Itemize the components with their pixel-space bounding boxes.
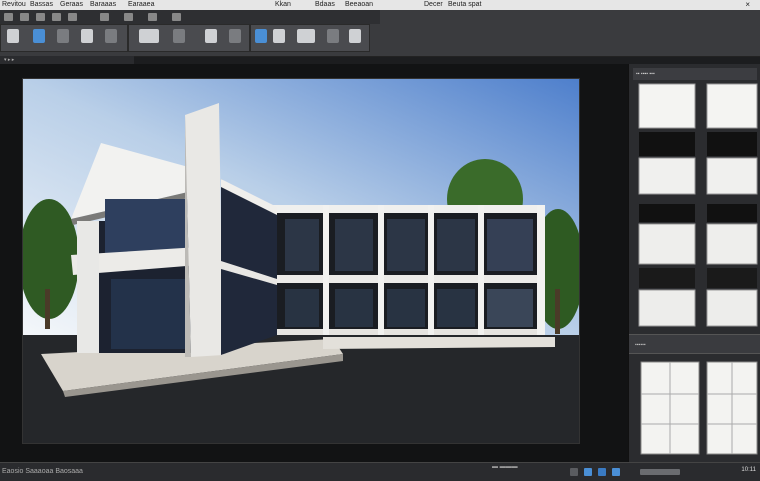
ribbon-toolbar (0, 10, 760, 57)
menu-item-9[interactable]: Decer (424, 0, 443, 10)
window-icon[interactable] (105, 29, 117, 43)
sheet-thumbnails[interactable] (629, 64, 760, 462)
save-icon[interactable] (36, 13, 45, 21)
column-icon[interactable] (173, 29, 185, 43)
menu-bar: Revitou Bassas Geraas Baraaas Earaaea Kk… (0, 0, 760, 10)
project-browser-panel: ▪▪ ▪▪▪▪ ▪▪▪ ▪▪▪▪▪▪ (628, 64, 760, 462)
tray-icon-1[interactable] (570, 468, 578, 476)
menu-item-10[interactable]: Beuta spat (448, 0, 481, 10)
ceiling-icon[interactable] (229, 29, 241, 43)
menu-item-3[interactable]: Geraas (60, 0, 83, 10)
text-icon[interactable] (124, 13, 133, 21)
menu-item-7[interactable]: Bdaas (315, 0, 335, 10)
select-icon[interactable] (7, 29, 19, 43)
menu-item-5[interactable]: Earaaea (128, 0, 154, 10)
floor-icon[interactable] (255, 29, 267, 43)
modify-icon[interactable] (33, 29, 45, 43)
close-icon[interactable]: × (745, 0, 750, 10)
ribbon-panel-1 (0, 24, 128, 52)
quick-access-bar (0, 10, 380, 24)
menu-item-revit[interactable]: Revitou (2, 0, 26, 10)
measure-icon[interactable] (100, 13, 109, 21)
menu-item-8[interactable]: Beeaoan (345, 0, 373, 10)
menu-item-4[interactable]: Baraaas (90, 0, 116, 10)
stair-icon[interactable] (297, 29, 315, 43)
section-icon[interactable] (172, 13, 181, 21)
status-message: Eaosio Saaaoaa Baosaaa (2, 468, 83, 475)
ribbon-panel-2 (128, 24, 250, 52)
tray-icon-3[interactable] (598, 468, 606, 476)
clock: 10:11 (741, 467, 756, 473)
building-render (23, 79, 579, 443)
ramp-icon[interactable] (349, 29, 361, 43)
ribbon-panel-3 (250, 24, 370, 52)
undo-icon[interactable] (52, 13, 61, 21)
3d-viewport[interactable] (22, 78, 580, 444)
view-scale-indicator[interactable]: ▬ ▬▬▬ (492, 464, 518, 470)
roof-icon[interactable] (205, 29, 217, 43)
tray-icon-2[interactable] (584, 468, 592, 476)
menu-item-2[interactable]: Bassas (30, 0, 53, 10)
tray-icon-5[interactable] (640, 469, 680, 475)
panel-section-header[interactable]: ▪▪▪▪▪▪ (629, 334, 760, 354)
wall-icon[interactable] (57, 29, 69, 43)
door-icon[interactable] (81, 29, 93, 43)
app-icon[interactable] (4, 13, 13, 21)
curtain-icon[interactable] (273, 29, 285, 43)
status-bar: Eaosio Saaaoaa Baosaaa ▬ ▬▬▬ 10:11 (0, 462, 760, 481)
tray-icon-4[interactable] (612, 468, 620, 476)
properties-bar[interactable]: ▾ ▸ ▸ (0, 56, 134, 64)
component-icon[interactable] (139, 29, 159, 43)
redo-icon[interactable] (68, 13, 77, 21)
open-icon[interactable] (20, 13, 29, 21)
railing-icon[interactable] (327, 29, 339, 43)
menu-item-6[interactable]: Kkan (275, 0, 291, 10)
3d-view-icon[interactable] (148, 13, 157, 21)
